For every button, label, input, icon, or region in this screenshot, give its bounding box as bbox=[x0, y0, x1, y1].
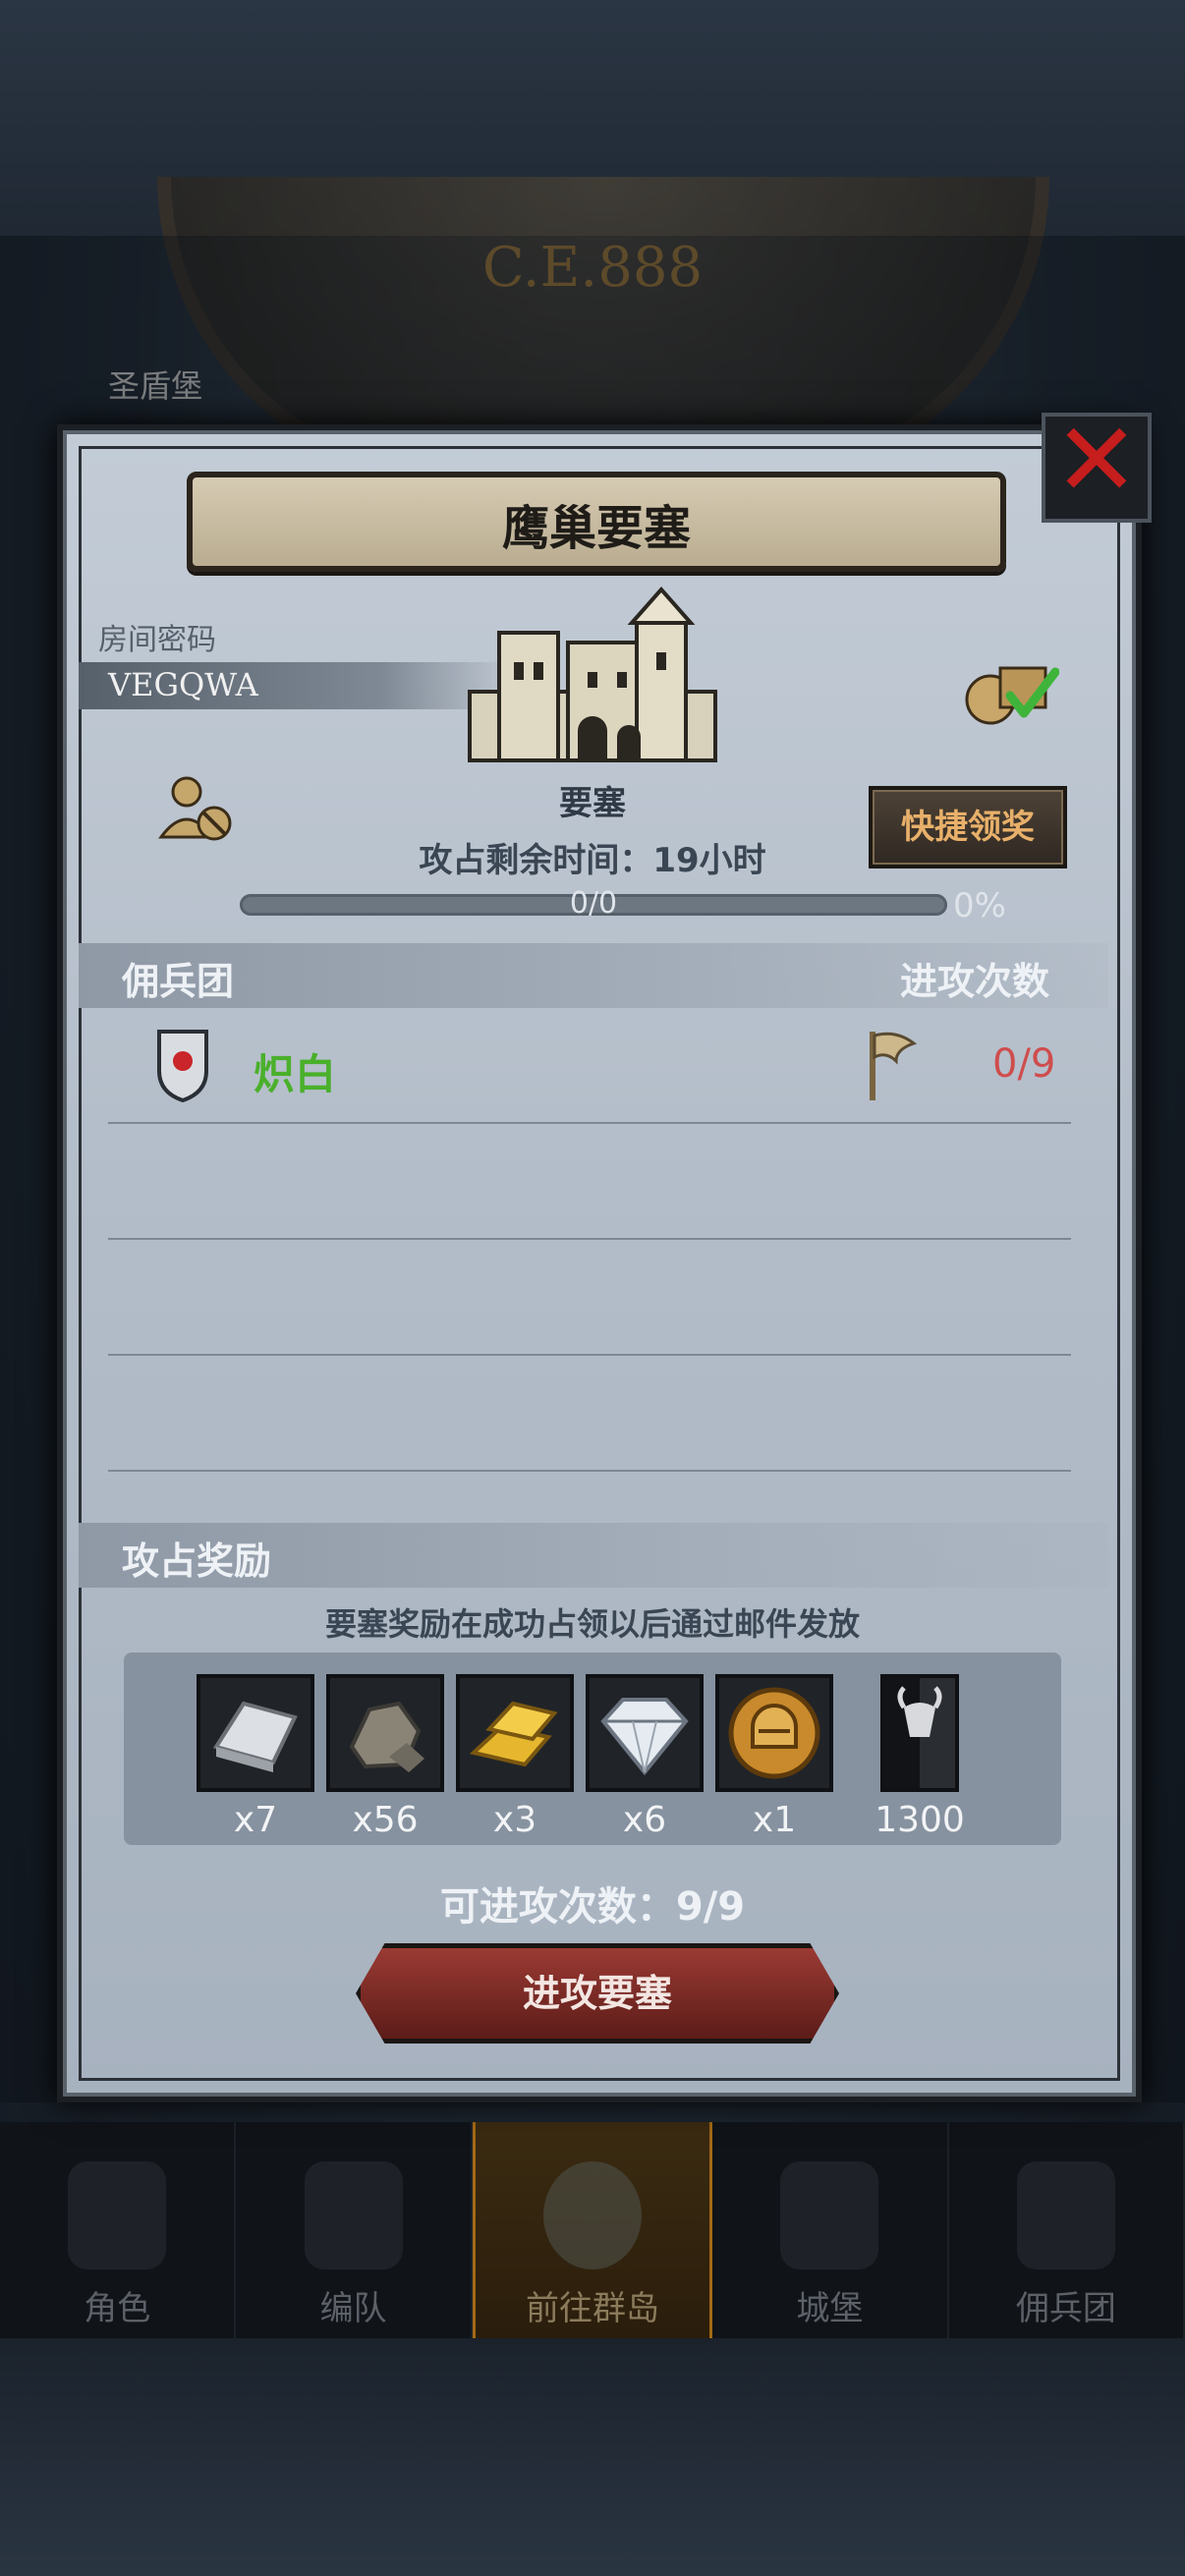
quick-claim-label: 快捷领奖 bbox=[901, 808, 1035, 847]
gold-bars-icon bbox=[456, 1674, 574, 1792]
nav-label: 城堡 bbox=[796, 2289, 864, 2328]
flag-icon bbox=[870, 1032, 918, 1100]
reward-item[interactable]: x3 bbox=[456, 1674, 574, 1840]
close-button[interactable]: ✕ bbox=[1042, 409, 1152, 523]
room-code[interactable]: VEGQWA bbox=[108, 666, 258, 703]
progress-text: 0/0 bbox=[569, 886, 618, 921]
diamond-icon bbox=[586, 1674, 704, 1792]
helmet-medal-icon bbox=[715, 1674, 833, 1792]
nav-item-castle[interactable]: 城堡 bbox=[712, 2122, 949, 2338]
nav-item-character[interactable]: 角色 bbox=[0, 2122, 237, 2338]
nav-label: 角色 bbox=[84, 2289, 151, 2328]
mercenary-section-title: 佣兵团 bbox=[122, 960, 235, 1003]
reward-qty: x6 bbox=[622, 1800, 667, 1840]
reward-qty: x3 bbox=[492, 1800, 537, 1840]
bottom-nav: 角色 编队 前往群岛 城堡 佣兵团 bbox=[0, 2122, 1185, 2338]
reward-note: 要塞奖励在成功占领以后通过邮件发放 bbox=[324, 1605, 860, 1643]
nav-label: 佣兵团 bbox=[1015, 2289, 1116, 2328]
nav-label: 前往群岛 bbox=[526, 2289, 660, 2328]
attack-count-header: 进攻次数 bbox=[900, 960, 1050, 1003]
nav-item-mercenary[interactable]: 佣兵团 bbox=[949, 2122, 1185, 2338]
mercenary-icon bbox=[1016, 2161, 1115, 2269]
room-password-label: 房间密码 bbox=[98, 623, 216, 657]
attack-count: 0/9 bbox=[992, 1041, 1056, 1087]
reward-qty: 1300 bbox=[875, 1800, 965, 1840]
quick-claim-button[interactable]: 快捷领奖 bbox=[869, 786, 1067, 868]
row-divider bbox=[108, 1470, 1071, 1472]
knight-icon bbox=[68, 2161, 167, 2269]
nav-label: 编队 bbox=[319, 2289, 387, 2328]
row-divider bbox=[108, 1354, 1071, 1356]
mercenary-name[interactable]: 炽白 bbox=[254, 1041, 336, 1101]
user-blocked-icon[interactable] bbox=[157, 772, 238, 847]
bottom-letterbox bbox=[0, 2338, 1185, 2576]
castle-icon bbox=[780, 2161, 879, 2269]
attempts-remaining: 可进攻次数：9/9 bbox=[439, 1884, 746, 1930]
reward-qty: x7 bbox=[233, 1800, 278, 1840]
title-banner: 鹰巢要塞 bbox=[187, 472, 1006, 572]
occupation-progress-bar: 0/0 bbox=[240, 886, 947, 921]
compass-map-icon bbox=[543, 2161, 643, 2269]
reward-bag-claimed-icon[interactable] bbox=[961, 648, 1059, 727]
reward-item[interactable]: x6 bbox=[586, 1674, 704, 1840]
reward-section-title: 攻占奖励 bbox=[122, 1540, 272, 1583]
nav-item-islands[interactable]: 前往群岛 bbox=[472, 2122, 713, 2338]
reward-item[interactable]: x56 bbox=[326, 1674, 444, 1840]
reward-item[interactable]: x7 bbox=[197, 1674, 314, 1840]
horned-banner-icon bbox=[880, 1674, 959, 1792]
reward-qty: x1 bbox=[752, 1800, 797, 1840]
attack-fortress-button[interactable]: 进攻要塞 bbox=[356, 1943, 839, 2044]
reward-item[interactable]: 1300 bbox=[861, 1674, 979, 1840]
guild-shield-icon bbox=[157, 1030, 208, 1102]
row-divider bbox=[108, 1122, 1071, 1124]
row-divider bbox=[108, 1238, 1071, 1240]
dialog-title: 鹰巢要塞 bbox=[501, 501, 691, 556]
reward-item[interactable]: x1 bbox=[715, 1674, 833, 1840]
fortress-castle-icon bbox=[468, 586, 717, 762]
close-icon: ✕ bbox=[1053, 400, 1140, 520]
attack-fortress-label: 进攻要塞 bbox=[522, 1972, 672, 2015]
reward-qty: x56 bbox=[352, 1800, 419, 1840]
helmet-icon bbox=[304, 2161, 403, 2269]
silver-ingot-icon bbox=[197, 1674, 314, 1792]
progress-percent: 0% bbox=[953, 886, 1006, 925]
nav-item-formation[interactable]: 编队 bbox=[236, 2122, 473, 2338]
stone-ore-icon bbox=[326, 1674, 444, 1792]
